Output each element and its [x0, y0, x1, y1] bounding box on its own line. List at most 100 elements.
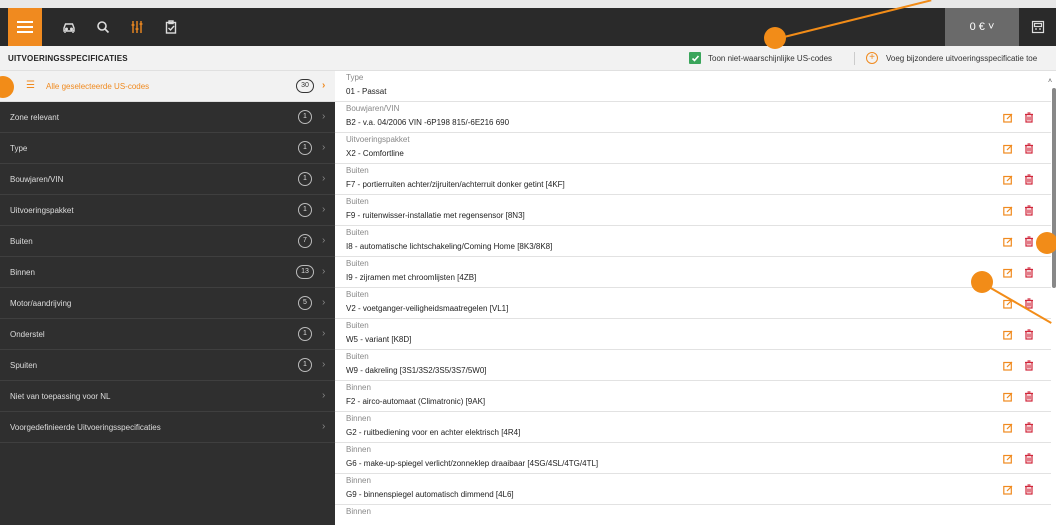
sidebar-item-label: Voorgedefinieerde Uitvoeringsspecificati…	[10, 423, 161, 432]
sidebar-item[interactable]: Type 1 ›	[0, 133, 335, 164]
edit-icon[interactable]	[1003, 206, 1013, 216]
car-icon	[63, 23, 75, 33]
chevron-right-icon: ›	[322, 235, 326, 246]
sidebar-item-count: 1	[298, 327, 312, 341]
sidebar-item[interactable]: Niet van toepassing voor NL ›	[0, 381, 335, 412]
spec-category: Binnen	[346, 383, 371, 392]
specs-button[interactable]	[120, 8, 154, 46]
search-button[interactable]	[86, 8, 120, 46]
chevron-right-icon: ›	[322, 297, 326, 308]
sidebar-item-label: Motor/aandrijving	[10, 299, 72, 308]
trash-icon[interactable]	[1024, 267, 1034, 278]
sidebar-item-label: Uitvoeringspakket	[10, 206, 74, 215]
trash-icon[interactable]	[1024, 453, 1034, 464]
trash-icon[interactable]	[1024, 391, 1034, 402]
spec-row: Buiten I8 - automatische lichtschakeling/…	[335, 226, 1051, 257]
edit-icon[interactable]	[1003, 330, 1013, 340]
chevron-right-icon: ›	[322, 359, 326, 370]
sidebar-item[interactable]: Voorgedefinieerde Uitvoeringsspecificati…	[0, 412, 335, 443]
sidebar-item[interactable]: Bouwjaren/VIN 1 ›	[0, 164, 335, 195]
sidebar-item[interactable]: Motor/aandrijving 5 ›	[0, 288, 335, 319]
sidebar: ☰ Alle geselecteerde US-codes 30 › Zone rele…	[0, 71, 335, 525]
scrollbar[interactable]	[1052, 88, 1056, 288]
scroll-up-icon[interactable]: ˄	[1048, 78, 1052, 85]
spec-category: Buiten	[346, 290, 369, 299]
spec-category: Buiten	[346, 166, 369, 175]
edit-icon[interactable]	[1003, 454, 1013, 464]
spec-row: Binnen G9 - binnenspiegel automatisch dim…	[335, 474, 1051, 505]
sidebar-item-count: 30	[296, 79, 314, 93]
spec-row: Buiten V2 - voetganger-veiligheidsmaatreg…	[335, 288, 1051, 319]
trash-icon[interactable]	[1024, 143, 1034, 154]
spec-row: Buiten W5 - variant [K8D]	[335, 319, 1051, 350]
spec-list: Type 01 - Passat Bouwjaren/VIN B2 - v.a. 04…	[335, 71, 1056, 525]
add-circle-icon[interactable]: +	[866, 52, 878, 64]
spec-row: Type 01 - Passat	[335, 71, 1051, 102]
trash-icon[interactable]	[1024, 422, 1034, 433]
spec-value: W5 - variant [K8D]	[346, 335, 412, 344]
menu-icon	[17, 21, 33, 33]
calculator-button[interactable]	[1019, 8, 1056, 46]
edit-icon[interactable]	[1003, 237, 1013, 247]
trash-icon[interactable]	[1024, 236, 1034, 247]
sidebar-item-label: Niet van toepassing voor NL	[10, 392, 111, 401]
annotation-marker	[764, 27, 786, 49]
sidebar-item[interactable]: Binnen 13 ›	[0, 257, 335, 288]
edit-icon[interactable]	[1003, 113, 1013, 123]
spec-value: W9 - dakreling [3S1/3S2/3S5/3S7/5W0]	[346, 366, 487, 375]
edit-icon[interactable]	[1003, 268, 1013, 278]
spec-category: Type	[346, 73, 364, 82]
sidebar-item-count: 1	[298, 358, 312, 372]
chevron-right-icon: ›	[322, 266, 326, 277]
sidebar-item-count: 1	[298, 203, 312, 217]
sidebar-item[interactable]: ☰ Alle geselecteerde US-codes 30 ›	[0, 71, 335, 102]
trash-icon[interactable]	[1024, 360, 1034, 371]
spec-row: Uitvoeringspakket X2 - Comfortline	[335, 133, 1051, 164]
show-unlikely-checkbox[interactable]	[689, 52, 701, 64]
menu-button[interactable]	[8, 8, 42, 46]
sidebar-item-count: 1	[298, 141, 312, 155]
spec-value: B2 - v.a. 04/2006 VIN -6P198 815/-6E216 …	[346, 118, 510, 127]
sidebar-item[interactable]: Buiten 7 ›	[0, 226, 335, 257]
spec-value: I9 - zijramen met chroomlijsten [4ZB]	[346, 273, 477, 282]
trash-icon[interactable]	[1024, 112, 1034, 123]
spec-value: G9 - binnenspiegel automatisch dimmend […	[346, 490, 514, 499]
search-icon	[97, 21, 110, 34]
sidebar-item-count: 7	[298, 234, 312, 248]
chevron-right-icon: ›	[322, 142, 326, 153]
spec-value: G2 - ruitbediening voor en achter elektr…	[346, 428, 521, 437]
page-title: UITVOERINGSSPECIFICATIES	[8, 54, 128, 63]
clipboard-button[interactable]	[154, 8, 188, 46]
sidebar-item[interactable]: Uitvoeringspakket 1 ›	[0, 195, 335, 226]
spec-category: Buiten	[346, 321, 369, 330]
chevron-right-icon: ›	[322, 328, 326, 339]
spec-category: Buiten	[346, 352, 369, 361]
edit-icon[interactable]	[1003, 423, 1013, 433]
trash-icon[interactable]	[1024, 205, 1034, 216]
trash-icon[interactable]	[1024, 174, 1034, 185]
clipboard-icon	[165, 20, 177, 34]
spec-value: F9 - ruitenwisser-installatie met regens…	[346, 211, 525, 220]
sidebar-item[interactable]: Onderstel 1 ›	[0, 319, 335, 350]
sidebar-item-count: 5	[298, 296, 312, 310]
edit-icon[interactable]	[1003, 392, 1013, 402]
edit-icon[interactable]	[1003, 144, 1013, 154]
show-unlikely-label[interactable]: Toon niet-waarschijnlijke US-codes	[708, 54, 832, 63]
sidebar-item[interactable]: Spuiten 1 ›	[0, 350, 335, 381]
spec-category: Binnen	[346, 445, 371, 454]
trash-icon[interactable]	[1024, 484, 1034, 495]
edit-icon[interactable]	[1003, 361, 1013, 371]
sidebar-item[interactable]: Zone relevant 1 ›	[0, 102, 335, 133]
price-dropdown[interactable]: 0 € ˅	[945, 8, 1019, 46]
divider	[854, 52, 855, 65]
spec-row: Buiten F9 - ruitenwisser-installatie met …	[335, 195, 1051, 226]
add-special-spec-link[interactable]: Voeg bijzondere uitvoeringsspecificatie …	[886, 54, 1037, 63]
spec-value: F2 - airco-automaat (Climatronic) [9AK]	[346, 397, 486, 406]
trash-icon[interactable]	[1024, 329, 1034, 340]
sidebar-item-count: 1	[298, 110, 312, 124]
edit-icon[interactable]	[1003, 175, 1013, 185]
edit-icon[interactable]	[1003, 485, 1013, 495]
vehicle-button[interactable]	[52, 8, 86, 46]
sidebar-item-label: Onderstel	[10, 330, 45, 339]
chevron-right-icon: ›	[322, 111, 326, 122]
